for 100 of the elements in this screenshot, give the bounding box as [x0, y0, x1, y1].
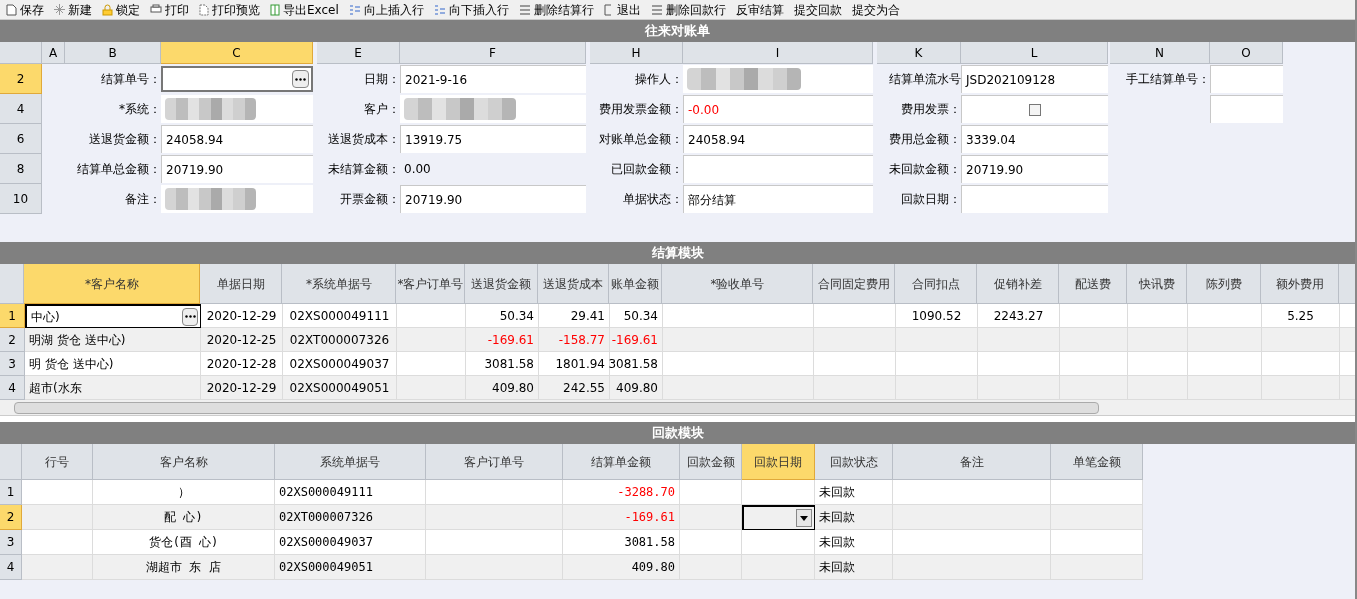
column-header[interactable]: 送退货金额: [465, 264, 539, 304]
table-row[interactable]: 1 中心) 2020-12-29 02XS000049111 50.34 29.41 50.34 1090.52 2243.27 5.25: [0, 304, 1355, 328]
row-header[interactable]: 8: [0, 154, 42, 184]
row-header[interactable]: 3: [0, 530, 22, 555]
field-value: 0.00: [404, 161, 431, 178]
input-field[interactable]: 20719.90: [400, 185, 586, 213]
input-field[interactable]: [1210, 65, 1283, 93]
column-header[interactable]: L: [961, 42, 1108, 64]
row-header[interactable]: 4: [0, 376, 25, 400]
column-header[interactable]: 陈列费: [1187, 264, 1262, 304]
table-row[interactable]: 4 湖超市 东 店 02XS000049051 409.80 未回款: [0, 555, 1355, 580]
row-header[interactable]: 4: [0, 555, 22, 580]
page-icon: [6, 3, 17, 16]
column-header[interactable]: 账单金额: [609, 264, 663, 304]
input-field[interactable]: 20719.90: [161, 155, 313, 183]
table-row[interactable]: 2 配 心) 02XT000007326 -169.61 未回款: [0, 505, 1355, 530]
toolbar-button[interactable]: 保存: [6, 0, 44, 19]
column-header[interactable]: 配送费: [1059, 264, 1128, 304]
checkbox[interactable]: [1029, 103, 1041, 116]
column-header[interactable]: *验收单号: [662, 264, 814, 304]
input-field[interactable]: 24058.94: [161, 125, 313, 153]
input-field[interactable]: 2021-9-16: [400, 65, 586, 93]
row-header[interactable]: 10: [0, 184, 42, 214]
column-header[interactable]: 行号: [22, 444, 93, 480]
column-header[interactable]: 额外费用: [1261, 264, 1340, 304]
row-header[interactable]: 1: [0, 304, 25, 328]
toolbar-button[interactable]: 锁定: [102, 0, 140, 19]
column-header[interactable]: 客户订单号: [426, 444, 563, 480]
column-header[interactable]: I: [683, 42, 873, 64]
column-header[interactable]: C: [161, 42, 313, 64]
toolbar-button[interactable]: 打印预览: [199, 0, 260, 19]
column-header[interactable]: 系统单据号: [275, 444, 426, 480]
input-field[interactable]: 3339.04: [961, 125, 1108, 153]
column-header[interactable]: *客户名称: [24, 264, 201, 304]
column-header[interactable]: [1339, 264, 1355, 304]
table-row[interactable]: 1 ） 02XS000049111 -3288.70 未回款: [0, 480, 1355, 505]
column-header[interactable]: 送退货成本: [538, 264, 610, 304]
row-header[interactable]: 2: [0, 328, 25, 352]
ellipsis-button[interactable]: [182, 307, 198, 326]
row-header[interactable]: 2: [0, 505, 22, 530]
input-field[interactable]: 24058.94: [683, 125, 873, 153]
input-field[interactable]: [683, 155, 873, 183]
column-header[interactable]: 结算单金额: [563, 444, 680, 480]
toolbar-button[interactable]: 退出: [603, 0, 641, 19]
column-header[interactable]: 合同扣点: [895, 264, 978, 304]
column-header[interactable]: 备注: [893, 444, 1051, 480]
column-header[interactable]: 回款日期: [742, 444, 815, 480]
input-field[interactable]: -0.00: [683, 95, 873, 123]
input-field[interactable]: JSD202109128: [961, 65, 1108, 93]
rows-icon: [518, 4, 531, 15]
column-header[interactable]: E: [317, 42, 400, 64]
dropdown-button[interactable]: [796, 509, 812, 527]
column-header[interactable]: O: [1210, 42, 1283, 64]
column-header[interactable]: 客户名称: [93, 444, 275, 480]
column-header[interactable]: *系统单据号: [282, 264, 397, 304]
toolbar-button[interactable]: 反审结算: [735, 0, 784, 19]
toolbar-button[interactable]: 删除回款行: [650, 0, 726, 19]
row-header[interactable]: 2: [0, 64, 42, 94]
input-field[interactable]: 13919.75: [400, 125, 586, 153]
toolbar-button[interactable]: 提交为合: [851, 0, 900, 19]
toolbar-button[interactable]: 导出Excel: [270, 0, 339, 19]
horizontal-scrollbar[interactable]: [0, 400, 1355, 416]
toolbar-button[interactable]: 删除结算行: [518, 0, 594, 19]
column-header[interactable]: *客户订单号: [396, 264, 466, 304]
column-header[interactable]: N: [1110, 42, 1210, 64]
column-header[interactable]: 单笔金额: [1051, 444, 1143, 480]
column-header[interactable]: B: [65, 42, 161, 64]
table-row[interactable]: 3 货仓(酉 心) 02XS000049037 3081.58 未回款: [0, 530, 1355, 555]
input-field[interactable]: [1210, 95, 1283, 123]
column-header[interactable]: K: [877, 42, 961, 64]
column-header[interactable]: H: [590, 42, 683, 64]
column-header[interactable]: 回款状态: [815, 444, 893, 480]
column-header[interactable]: 合同固定费用: [813, 264, 896, 304]
column-header[interactable]: 回款金额: [680, 444, 742, 480]
table-row[interactable]: 2 明湖 货仓 送中心) 2020-12-25 02XT000007326 -169.61 -158.77 -169.61: [0, 328, 1355, 352]
input-field[interactable]: 20719.90: [961, 155, 1108, 183]
row-header[interactable]: 3: [0, 352, 25, 376]
more-icon: [184, 315, 196, 318]
column-header[interactable]: F: [400, 42, 586, 64]
table-cell: [680, 555, 742, 580]
row-header[interactable]: 1: [0, 480, 22, 505]
row-header[interactable]: 4: [0, 94, 42, 124]
column-header[interactable]: A: [42, 42, 65, 64]
column-header[interactable]: 促销补差: [977, 264, 1060, 304]
column-header[interactable]: 单据日期: [200, 264, 283, 304]
input-field[interactable]: 部分结算: [683, 185, 873, 213]
column-header[interactable]: 快讯费: [1127, 264, 1188, 304]
toolbar-button[interactable]: 打印: [150, 0, 189, 19]
lookup-field[interactable]: [161, 66, 313, 92]
row-header[interactable]: 6: [0, 124, 42, 154]
table-row[interactable]: 4 超市(水东 2020-12-29 02XS000049051 409.80 242.55 409.80: [0, 376, 1355, 400]
ellipsis-button[interactable]: [292, 70, 309, 88]
toolbar-button[interactable]: 向下插入行: [433, 0, 509, 19]
scroll-thumb[interactable]: [14, 401, 1099, 414]
toolbar-button[interactable]: 新建: [54, 0, 92, 19]
input-field[interactable]: [961, 185, 1108, 213]
table-row[interactable]: 3 明 货仓 送中心) 2020-12-28 02XS000049037 3081.58 1801.94 3081.58: [0, 352, 1355, 376]
toolbar-button[interactable]: 提交回款: [793, 0, 842, 19]
field-label: 开票金额：: [340, 191, 400, 208]
toolbar-button[interactable]: 向上插入行: [348, 0, 424, 19]
